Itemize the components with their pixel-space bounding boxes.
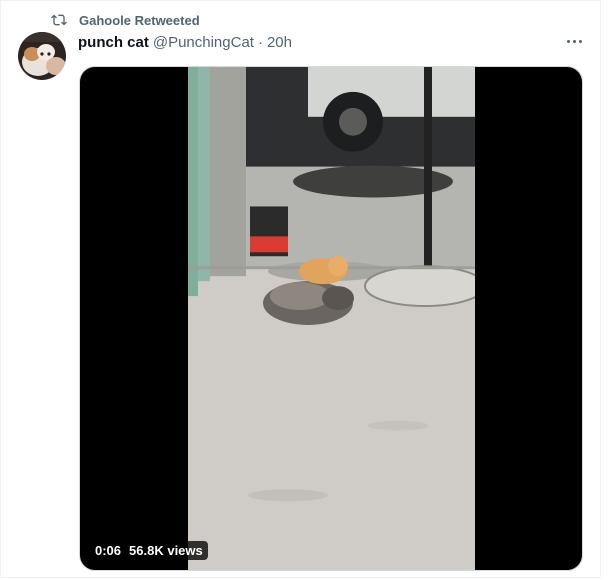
view-count: 56.8K views [129, 543, 203, 558]
timestamp[interactable]: 20h [267, 34, 292, 51]
video-frame [188, 67, 475, 570]
more-options-button[interactable] [562, 29, 586, 53]
separator-dot: · [257, 33, 263, 51]
video-still-image [188, 67, 475, 570]
dot-icon [566, 39, 570, 43]
retweet-icon [51, 14, 67, 26]
video-player[interactable]: 0:06 56.8K views [79, 66, 583, 571]
tweet-header: punch cat @PunchingCat · 20h [78, 32, 292, 52]
video-info-badge: 0:06 56.8K views [90, 541, 208, 560]
user-handle[interactable]: @PunchingCat [153, 34, 254, 51]
dot-icon [578, 39, 582, 43]
social-context[interactable]: Gahoole Retweeted [51, 11, 200, 29]
avatar[interactable] [18, 32, 66, 80]
avatar-image [18, 32, 66, 80]
dot-icon [572, 39, 576, 43]
tweet-card[interactable]: Gahoole Retweeted punch cat @PunchingCat… [0, 0, 601, 578]
display-name[interactable]: punch cat [78, 34, 149, 51]
video-duration: 0:06 [95, 543, 122, 558]
retweet-label: Gahoole Retweeted [79, 12, 200, 28]
